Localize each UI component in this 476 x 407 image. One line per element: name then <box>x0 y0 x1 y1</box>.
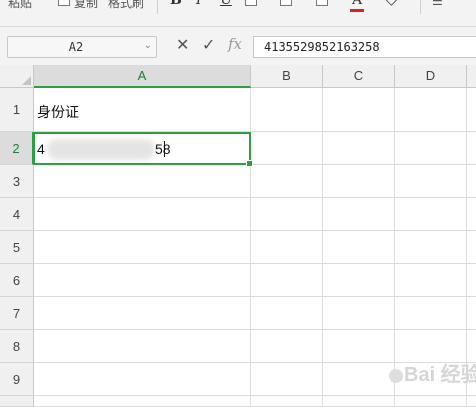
row-header-10[interactable] <box>0 396 34 407</box>
confirm-icon[interactable]: ✓ <box>202 35 215 55</box>
row-header-3[interactable]: 3 <box>0 165 34 198</box>
select-all-corner[interactable] <box>0 65 34 88</box>
select-all-icon <box>22 76 31 85</box>
column-header-a[interactable]: A <box>34 65 251 88</box>
column-header-b[interactable]: B <box>251 65 323 88</box>
ribbon-toolbar: 粘贴 复制 格式刷 B I U A ◇ ☰ <box>0 0 476 27</box>
cancel-icon[interactable]: ✕ <box>176 35 189 55</box>
grid-cell[interactable] <box>395 231 467 264</box>
grid-cell[interactable] <box>323 88 395 132</box>
fill-color-icon[interactable] <box>280 0 292 6</box>
cell-a1[interactable]: 身份证 <box>34 88 251 132</box>
formula-bar: A2 ⌄ ✕ ✓ fx 4135529852163258 <box>0 27 476 65</box>
column-header-d[interactable]: D <box>395 65 467 88</box>
grid-cell[interactable] <box>467 165 476 198</box>
font-color-swatch <box>350 9 364 12</box>
grid-cell[interactable] <box>34 363 251 396</box>
grid-cell[interactable] <box>323 198 395 231</box>
format-painter-button[interactable]: 格式刷 <box>108 0 144 11</box>
grid-cell[interactable] <box>323 330 395 363</box>
grid-cell[interactable] <box>323 363 395 396</box>
formula-input-value: 4135529852163258 <box>264 40 380 54</box>
row-header-8[interactable]: 8 <box>0 330 34 363</box>
row-header-5[interactable]: 5 <box>0 231 34 264</box>
grid-cell[interactable] <box>467 88 476 132</box>
grid-cell[interactable] <box>34 396 251 407</box>
name-box-value: A2 <box>68 40 84 54</box>
grid-cell[interactable] <box>323 264 395 297</box>
cell-a1-text: 身份证 <box>37 104 79 120</box>
grid-cell[interactable] <box>34 231 251 264</box>
watermark: Bai 经验 <box>388 358 476 387</box>
paw-icon <box>389 368 403 383</box>
grid-cell[interactable] <box>251 396 323 407</box>
row-header-9[interactable]: 9 <box>0 363 34 396</box>
grid-cell[interactable] <box>251 231 323 264</box>
copy-icon <box>58 0 70 6</box>
border-icon[interactable] <box>245 0 257 6</box>
grid-cell[interactable] <box>251 132 323 165</box>
fx-icon[interactable]: fx <box>228 35 242 53</box>
grid-cell[interactable] <box>251 264 323 297</box>
font-color-button[interactable]: A <box>352 0 362 8</box>
bold-button[interactable]: B <box>170 0 182 8</box>
grid-cell[interactable] <box>323 297 395 330</box>
grid-cell[interactable] <box>467 231 476 264</box>
row-header-6[interactable]: 6 <box>0 264 34 297</box>
fill-handle[interactable] <box>246 160 253 167</box>
grid-cell[interactable] <box>395 165 467 198</box>
grid-cell[interactable] <box>395 132 467 165</box>
underline-button[interactable]: U <box>220 0 232 8</box>
grid-cell[interactable] <box>323 132 395 165</box>
grid-cell[interactable] <box>467 297 476 330</box>
align-icon[interactable]: ☰ <box>432 0 443 8</box>
grid-cell[interactable] <box>467 132 476 165</box>
grid-cell[interactable] <box>34 198 251 231</box>
grid-cell[interactable] <box>251 198 323 231</box>
ribbon-divider <box>420 0 421 14</box>
grid-cell[interactable] <box>251 363 323 396</box>
grid-cell[interactable] <box>395 88 467 132</box>
grid-cell[interactable] <box>34 330 251 363</box>
highlight-icon[interactable] <box>316 0 328 6</box>
grid-cell[interactable] <box>323 396 395 407</box>
grid-cell[interactable] <box>251 165 323 198</box>
grid-cell[interactable] <box>467 396 476 407</box>
paste-button[interactable]: 粘贴 <box>8 0 32 11</box>
grid-cell[interactable] <box>467 264 476 297</box>
grid-cell[interactable] <box>34 264 251 297</box>
clear-format-icon[interactable]: ◇ <box>386 0 397 8</box>
row-header-4[interactable]: 4 <box>0 198 34 231</box>
copy-button[interactable]: 复制 <box>74 0 98 11</box>
column-header-e[interactable] <box>467 65 476 88</box>
active-cell-border <box>33 132 253 167</box>
row-header-2[interactable]: 2 <box>0 132 34 165</box>
grid-cell[interactable] <box>395 198 467 231</box>
grid-cell[interactable] <box>395 264 467 297</box>
chevron-down-icon[interactable]: ⌄ <box>144 40 152 51</box>
grid-cell[interactable] <box>251 297 323 330</box>
row-header-1[interactable]: 1 <box>0 88 34 132</box>
grid-cell[interactable] <box>323 231 395 264</box>
grid-cell[interactable] <box>34 165 251 198</box>
name-box[interactable]: A2 ⌄ <box>7 36 157 58</box>
grid-cell[interactable] <box>34 297 251 330</box>
column-header-c[interactable]: C <box>323 65 395 88</box>
grid-cell[interactable] <box>251 330 323 363</box>
grid-cell[interactable] <box>395 297 467 330</box>
grid-cell[interactable] <box>395 396 467 407</box>
grid-cell[interactable] <box>323 165 395 198</box>
italic-button[interactable]: I <box>196 0 202 8</box>
grid-cell[interactable] <box>467 198 476 231</box>
grid-cell[interactable] <box>251 88 323 132</box>
row-header-7[interactable]: 7 <box>0 297 34 330</box>
ribbon-divider <box>157 0 158 14</box>
formula-input[interactable]: 4135529852163258 <box>253 36 476 58</box>
